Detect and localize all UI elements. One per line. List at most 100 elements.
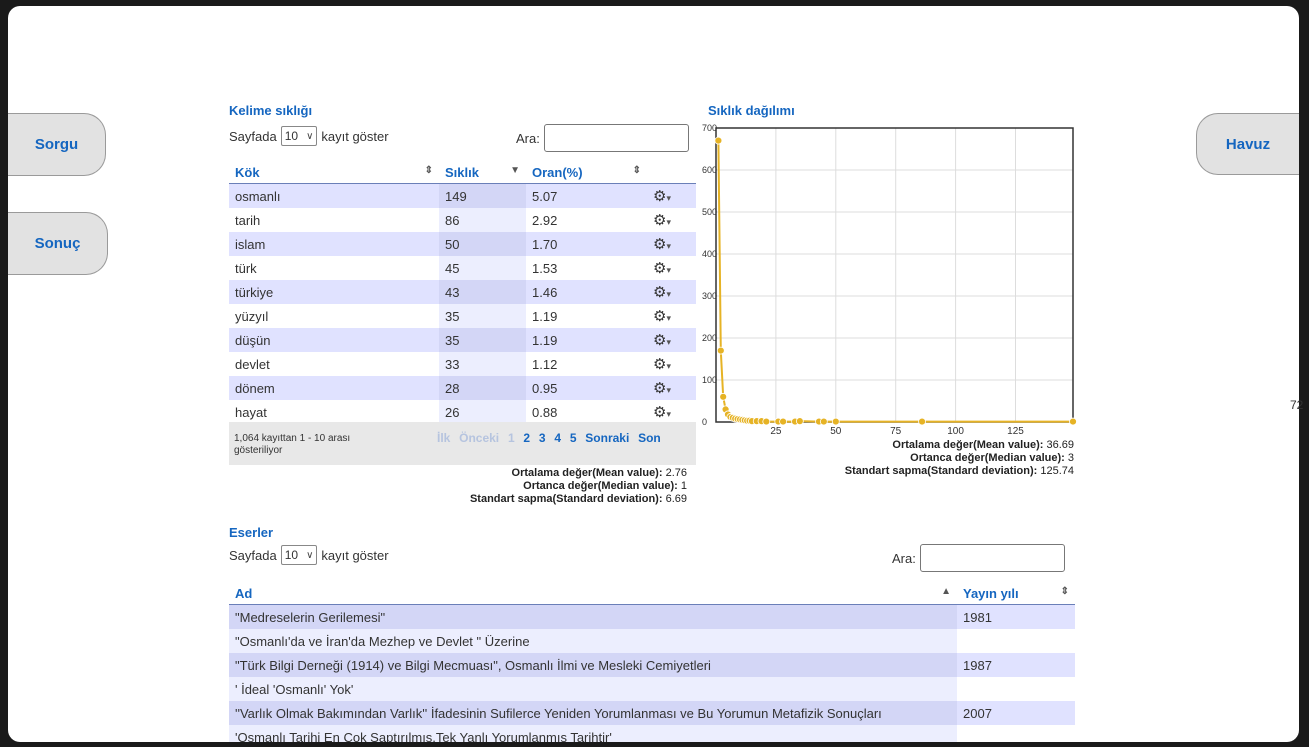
- col-siklik-header[interactable]: Sıklık ▼: [439, 161, 526, 184]
- cell-siklik: 26: [439, 400, 526, 424]
- table-row[interactable]: ''Varlık Olmak Bakımından Varlık'' İfade…: [229, 701, 1075, 725]
- page-4-button[interactable]: 4: [551, 431, 564, 445]
- works-search-input[interactable]: [919, 544, 1065, 572]
- cell-ad: "Medreselerin Gerilemesi": [229, 604, 957, 629]
- gear-icon[interactable]: ⚙▾: [647, 280, 696, 304]
- table-row[interactable]: hayat 26 0.88 ⚙▾: [229, 400, 696, 424]
- cell-oran: 1.12: [526, 352, 647, 376]
- data-point: [918, 417, 926, 426]
- col-kok-header[interactable]: Kök ⇕: [229, 161, 439, 184]
- cell-kok: türkiye: [229, 280, 439, 304]
- gear-icon[interactable]: ⚙▾: [647, 304, 696, 328]
- cell-oran: 5.07: [526, 183, 647, 208]
- sonuc-button[interactable]: Sonuç: [8, 212, 108, 275]
- cell-kok: islam: [229, 232, 439, 256]
- gear-icon[interactable]: ⚙▾: [647, 256, 696, 280]
- y-tick-label: 300: [702, 291, 717, 301]
- edge-fragment-text: 72: [1290, 398, 1304, 412]
- table-row[interactable]: türkiye 43 1.46 ⚙▾: [229, 280, 696, 304]
- page-2-button[interactable]: 2: [520, 431, 533, 445]
- table-row[interactable]: türk 45 1.53 ⚙▾: [229, 256, 696, 280]
- table-row[interactable]: tarih 86 2.92 ⚙▾: [229, 208, 696, 232]
- cell-yil: [957, 725, 1075, 742]
- data-point: [714, 136, 723, 145]
- table-row[interactable]: ' İdeal 'Osmanlı' Yok': [229, 677, 1075, 701]
- col-actions-header: [647, 161, 696, 184]
- gear-icon[interactable]: ⚙▾: [647, 400, 696, 424]
- x-tick-label: 75: [890, 426, 902, 437]
- table-row[interactable]: yüzyıl 35 1.19 ⚙▾: [229, 304, 696, 328]
- col-ad-header[interactable]: Ad ▲: [229, 582, 957, 605]
- search-label: Ara:: [516, 130, 540, 146]
- last-page-button[interactable]: Son: [635, 431, 664, 445]
- app-window: Sorgu Sonuç Havuz Kelime sıklığı Sayfada…: [8, 6, 1299, 742]
- next-page-button[interactable]: Sonraki: [582, 431, 632, 445]
- search-label: Ara:: [892, 550, 916, 566]
- mean-stat: Ortalama değer(Mean value): 36.69: [892, 439, 1074, 451]
- x-tick-label: 50: [830, 426, 842, 437]
- freq-table-info: 1,064 kayıttan 1 - 10 arası gösteriliyor: [234, 433, 351, 456]
- y-tick-label: 600: [702, 165, 717, 175]
- cell-yil: 2007: [957, 701, 1075, 725]
- havuz-button[interactable]: Havuz: [1196, 113, 1299, 175]
- mean-stat: Ortalama değer(Mean value): 2.76: [511, 467, 687, 479]
- chevron-down-icon: ∨: [306, 549, 314, 561]
- gear-icon[interactable]: ⚙▾: [647, 183, 696, 208]
- cell-yil: [957, 677, 1075, 701]
- gear-icon[interactable]: ⚙▾: [647, 208, 696, 232]
- sort-desc-icon: ▼: [510, 164, 520, 176]
- table-row[interactable]: devlet 33 1.12 ⚙▾: [229, 352, 696, 376]
- table-row[interactable]: "Türk Bilgi Derneği (1914) ve Bilgi Mecm…: [229, 653, 1075, 677]
- prev-page-button[interactable]: Önceki: [456, 431, 502, 445]
- gear-icon[interactable]: ⚙▾: [647, 328, 696, 352]
- cell-siklik: 45: [439, 256, 526, 280]
- freq-search-input[interactable]: [543, 124, 689, 152]
- data-point: [719, 392, 728, 401]
- page-size-value: 10: [284, 548, 299, 562]
- col-yil-header[interactable]: Yayın yılı ⇕: [957, 582, 1075, 605]
- data-point: [831, 417, 840, 426]
- works-page-size-select[interactable]: 10 ∨: [280, 545, 318, 565]
- cell-siklik: 86: [439, 208, 526, 232]
- table-row[interactable]: islam 50 1.70 ⚙▾: [229, 232, 696, 256]
- gear-icon[interactable]: ⚙▾: [647, 232, 696, 256]
- works-page-size-control: Sayfada 10 ∨ kayıt göster: [229, 545, 389, 565]
- table-row[interactable]: "Medreselerin Gerilemesi" 1981: [229, 604, 1075, 629]
- page-1-button[interactable]: 1: [505, 431, 518, 445]
- sorgu-button[interactable]: Sorgu: [8, 113, 106, 176]
- table-row[interactable]: osmanlı 149 5.07 ⚙▾: [229, 183, 696, 208]
- distribution-title: Sıklık dağılımı: [708, 103, 795, 118]
- page-5-button[interactable]: 5: [567, 431, 580, 445]
- table-row[interactable]: "Osmanlı'da ve İran'da Mezhep ve Devlet …: [229, 629, 1075, 653]
- freq-search-control: Ara:: [516, 124, 689, 152]
- freq-table-title: Kelime sıklığı: [229, 103, 313, 118]
- cell-siklik: 50: [439, 232, 526, 256]
- table-row[interactable]: dönem 28 0.95 ⚙▾: [229, 376, 696, 400]
- cell-kok: osmanlı: [229, 183, 439, 208]
- page-3-button[interactable]: 3: [536, 431, 549, 445]
- cell-oran: 1.19: [526, 304, 647, 328]
- page-size-value: 10: [284, 129, 299, 143]
- freq-pagination-bar: 1,064 kayıttan 1 - 10 arası gösteriliyor…: [229, 422, 696, 465]
- works-table-header: Ad ▲ Yayın yılı ⇕: [229, 582, 1075, 605]
- table-row[interactable]: düşün 35 1.19 ⚙▾: [229, 328, 696, 352]
- gear-icon[interactable]: ⚙▾: [647, 352, 696, 376]
- works-table: Ad ▲ Yayın yılı ⇕ "Medreselerin Gerilemesi…: [229, 582, 1075, 742]
- gear-icon[interactable]: ⚙▾: [647, 376, 696, 400]
- freq-page-size-select[interactable]: 10 ∨: [280, 126, 318, 146]
- chevron-down-icon: ∨: [306, 130, 314, 142]
- data-point: [819, 417, 828, 426]
- cell-yil: 1981: [957, 604, 1075, 629]
- first-page-button[interactable]: İlk: [434, 431, 453, 445]
- data-point: [1069, 417, 1077, 426]
- y-tick-label: 100: [702, 375, 717, 385]
- table-row[interactable]: 'Osmanlı Tarihi En Çok Saptırılmış,Tek Y…: [229, 725, 1075, 742]
- cell-kok: hayat: [229, 400, 439, 424]
- cell-siklik: 43: [439, 280, 526, 304]
- works-search-control: Ara:: [892, 544, 1065, 572]
- sort-icon: ⇕: [632, 164, 641, 176]
- freq-table-header: Kök ⇕ Sıklık ▼ Oran(%) ⇕: [229, 161, 696, 184]
- freq-page-size-control: Sayfada 10 ∨ kayıt göster: [229, 126, 389, 146]
- col-oran-header[interactable]: Oran(%) ⇕: [526, 161, 647, 184]
- cell-kok: devlet: [229, 352, 439, 376]
